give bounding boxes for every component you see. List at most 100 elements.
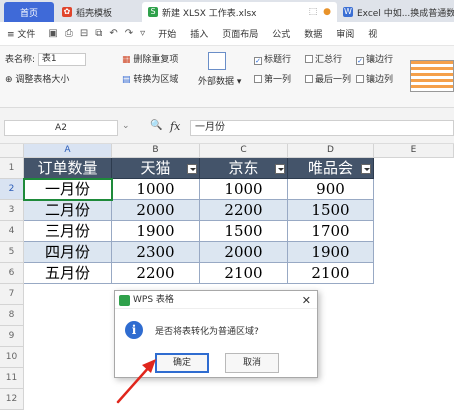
- convert-to-range-label: 转换为区域: [133, 75, 179, 85]
- name-box[interactable]: A2: [4, 120, 118, 136]
- fx-icon[interactable]: fx: [170, 120, 180, 133]
- header-row-checkbox[interactable]: ✓ 标题行: [254, 52, 291, 65]
- close-icon[interactable]: ✕: [302, 292, 311, 310]
- save-icon[interactable]: ▣: [48, 28, 57, 39]
- table-style-gallery[interactable]: [410, 60, 454, 92]
- name-box-dropdown-icon[interactable]: ⌄: [122, 121, 130, 131]
- menu-page-layout[interactable]: 页面布局: [215, 27, 265, 40]
- row-header[interactable]: 12: [0, 389, 24, 410]
- check-icon: ✓: [254, 57, 262, 65]
- table-header-text: 天猫: [140, 159, 171, 177]
- table-cell[interactable]: 900: [288, 179, 374, 200]
- dialog-title: WPS 表格: [133, 295, 174, 305]
- column-header-d[interactable]: D: [288, 144, 374, 158]
- external-data-button[interactable]: 外部数据 ▾: [198, 74, 241, 87]
- last-column-checkbox[interactable]: 最后一列: [305, 72, 351, 85]
- table-cell[interactable]: 1900: [288, 242, 374, 263]
- more-icon[interactable]: ▿: [140, 28, 145, 39]
- row-header[interactable]: 5: [0, 242, 24, 263]
- table-cell[interactable]: 1000: [112, 179, 200, 200]
- row-header[interactable]: 2: [0, 179, 24, 200]
- external-data-label: 外部数据: [198, 77, 235, 87]
- print-icon[interactable]: ⊟: [80, 28, 88, 39]
- table-cell[interactable]: 2200: [112, 263, 200, 284]
- table-cell[interactable]: 1500: [288, 200, 374, 221]
- column-header-b[interactable]: B: [112, 144, 200, 158]
- table-cell[interactable]: 2300: [112, 242, 200, 263]
- table-header-cell[interactable]: 订单数量: [24, 158, 112, 179]
- row-header[interactable]: 11: [0, 368, 24, 389]
- table-cell[interactable]: 1500: [200, 221, 288, 242]
- resize-table-button[interactable]: ⊕ 调整表格大小: [5, 72, 69, 85]
- dialog-title-bar[interactable]: WPS 表格 ✕: [115, 291, 317, 309]
- row-header[interactable]: 7: [0, 284, 24, 305]
- redo-icon[interactable]: ↷: [125, 28, 133, 39]
- document-icon: W: [343, 7, 353, 17]
- table-cell[interactable]: 二月份: [24, 200, 112, 221]
- table-tools-ribbon: 表名称: 表1 ⊕ 调整表格大小 ▦ 删除重复项 ▤ 转换为区域 外部数据 ▾ …: [0, 46, 454, 108]
- remove-duplicates-label: 删除重复项: [133, 55, 179, 65]
- table-cell[interactable]: 四月份: [24, 242, 112, 263]
- banded-columns-checkbox[interactable]: 镶边列: [356, 72, 393, 85]
- menu-formulas[interactable]: 公式: [265, 27, 297, 40]
- cancel-button[interactable]: 取消: [225, 353, 279, 373]
- table-cell[interactable]: 2200: [200, 200, 288, 221]
- row-header[interactable]: 3: [0, 200, 24, 221]
- filter-dropdown-icon[interactable]: [187, 164, 197, 174]
- filter-dropdown-icon[interactable]: [361, 164, 371, 174]
- menu-start[interactable]: 开始: [151, 27, 183, 40]
- tab-template[interactable]: ✿ 稻壳模板: [56, 2, 140, 22]
- preview-icon[interactable]: ⧉: [95, 28, 102, 39]
- tab-other-doc[interactable]: W Excel 中如...换成普通数: [337, 2, 454, 22]
- table-header-cell[interactable]: 京东: [200, 158, 288, 179]
- column-header-c[interactable]: C: [200, 144, 288, 158]
- pin-icon[interactable]: ⬚: [309, 7, 318, 17]
- row-header[interactable]: 1: [0, 158, 24, 179]
- menu-view[interactable]: 视: [361, 27, 384, 40]
- table-cell[interactable]: 2000: [112, 200, 200, 221]
- table-cell[interactable]: 2100: [200, 263, 288, 284]
- wps-logo-icon: ✿: [62, 7, 72, 17]
- column-header-a[interactable]: A: [24, 144, 112, 158]
- row-header[interactable]: 4: [0, 221, 24, 242]
- convert-to-range-button[interactable]: ▤ 转换为区域: [122, 72, 178, 85]
- table-cell[interactable]: 2000: [200, 242, 288, 263]
- dialog-message: 是否将表转化为普通区域?: [155, 327, 259, 337]
- table-header-cell[interactable]: 唯品会: [288, 158, 374, 179]
- formula-bar: A2 ⌄ 🔍 fx 一月份: [0, 108, 454, 144]
- row-header[interactable]: 6: [0, 263, 24, 284]
- table-cell[interactable]: 一月份: [24, 179, 112, 200]
- tab-active-file[interactable]: S 新建 XLSX 工作表.xlsx ⬚ ●: [142, 2, 337, 22]
- select-all-corner[interactable]: [0, 144, 24, 158]
- tab-home[interactable]: 首页: [4, 2, 54, 22]
- row-header[interactable]: 9: [0, 326, 24, 347]
- formula-input[interactable]: 一月份: [190, 120, 454, 136]
- table-cell[interactable]: 1900: [112, 221, 200, 242]
- table-cell[interactable]: 2100: [288, 263, 374, 284]
- remove-duplicates-button[interactable]: ▦ 删除重复项: [122, 52, 178, 65]
- column-header-e[interactable]: E: [374, 144, 454, 158]
- total-row-checkbox[interactable]: 汇总行: [305, 52, 342, 65]
- table-name-input[interactable]: 表1: [37, 53, 86, 66]
- menu-bar: ≡ 文件 ▣ ⎙ ⊟ ⧉ ↶ ↷ ▿ 开始 插入 页面布局 公式 数据 审阅 视: [0, 22, 454, 46]
- menu-review[interactable]: 审阅: [329, 27, 361, 40]
- filter-dropdown-icon[interactable]: [275, 164, 285, 174]
- export-icon[interactable]: ⎙: [65, 28, 73, 39]
- header-row-label: 标题行: [264, 55, 292, 65]
- table-cell[interactable]: 三月份: [24, 221, 112, 242]
- menu-data[interactable]: 数据: [297, 27, 329, 40]
- undo-icon[interactable]: ↶: [109, 28, 117, 39]
- menu-file[interactable]: ≡ 文件: [0, 27, 42, 40]
- table-header-cell[interactable]: 天猫: [112, 158, 200, 179]
- table-cell[interactable]: 1700: [288, 221, 374, 242]
- table-cell[interactable]: 五月份: [24, 263, 112, 284]
- menu-insert[interactable]: 插入: [183, 27, 215, 40]
- table-cell[interactable]: 1000: [200, 179, 288, 200]
- row-header[interactable]: 10: [0, 347, 24, 368]
- tab-active-file-label: 新建 XLSX 工作表.xlsx: [162, 8, 257, 19]
- tab-template-label: 稻壳模板: [76, 8, 113, 19]
- first-column-checkbox[interactable]: 第一列: [254, 72, 291, 85]
- zoom-icon[interactable]: 🔍: [150, 120, 162, 131]
- banded-rows-checkbox[interactable]: ✓ 镶边行: [356, 52, 393, 65]
- row-header[interactable]: 8: [0, 305, 24, 326]
